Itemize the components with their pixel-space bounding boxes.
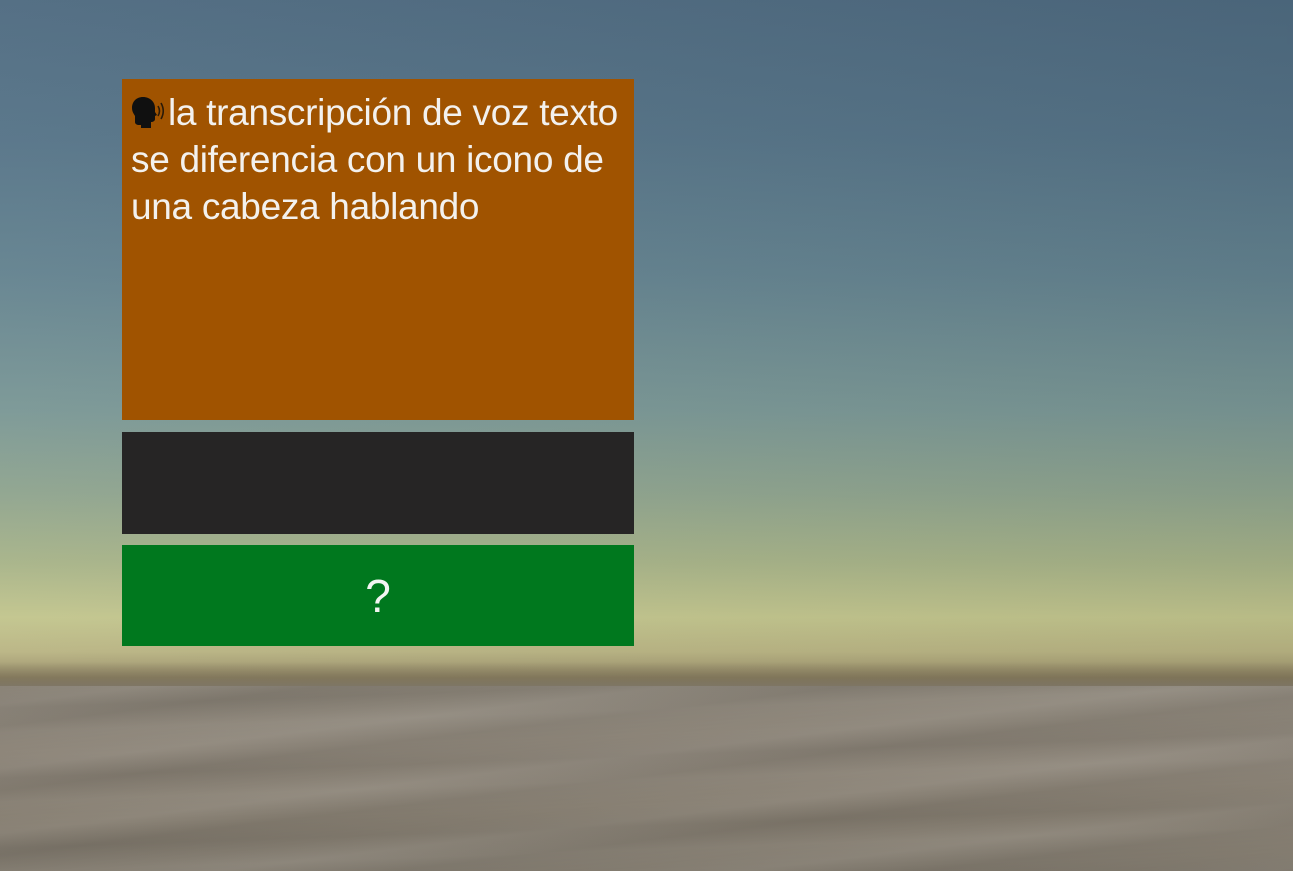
vr-scene: la transcripción de voz texto se diferen…: [0, 0, 1293, 871]
sand-ground: [0, 686, 1293, 871]
horizon: [0, 662, 1293, 688]
caption-panel: la transcripción de voz texto se diferen…: [122, 79, 634, 420]
caption-text: la transcripción de voz texto se diferen…: [131, 92, 618, 227]
caption-text-block: la transcripción de voz texto se diferen…: [131, 89, 621, 230]
speaking-head-icon: [131, 95, 167, 129]
help-button-label: ?: [365, 569, 391, 622]
status-panel: [122, 432, 634, 534]
help-button[interactable]: ?: [122, 545, 634, 646]
